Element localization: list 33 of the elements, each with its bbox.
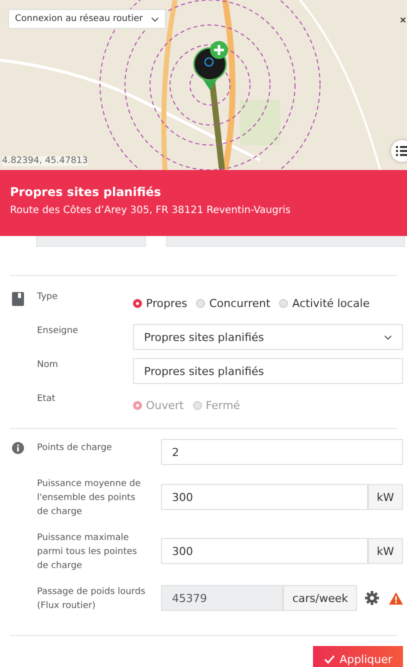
apply-button[interactable]: Appliquer xyxy=(313,646,403,667)
unit-label: kW xyxy=(368,538,403,564)
chevron-down-icon xyxy=(384,334,392,340)
etat-label: Etat xyxy=(37,394,56,404)
check-icon xyxy=(324,654,335,664)
enseigne-select[interactable]: Propres sites planifiés xyxy=(133,324,403,350)
type-radio[interactable]: Concurrent xyxy=(196,296,270,310)
postcode-field[interactable] xyxy=(36,236,146,247)
unit-label: cars/week xyxy=(283,585,357,611)
chevron-down-icon xyxy=(150,16,159,22)
enseigne-label: Enseigne xyxy=(37,326,80,336)
list-icon xyxy=(396,146,407,156)
nom-input[interactable]: Propres sites planifiés xyxy=(133,358,403,384)
info-icon xyxy=(12,441,24,455)
value-input[interactable]: 2 xyxy=(161,439,403,465)
field-label: Puissance maximale parmi tous les pointes de charge xyxy=(37,532,138,573)
type-label: Type xyxy=(37,292,59,302)
unit-label: kW xyxy=(368,484,403,510)
city-field[interactable] xyxy=(166,236,405,247)
field-label: Puissance moyenne de l'ensemble des points de charge xyxy=(37,478,142,519)
nom-label: Nom xyxy=(37,360,60,370)
coordinates-text: 4.82394, 45.47813 xyxy=(2,156,88,166)
layer-select[interactable]: Connexion au réseau routier xyxy=(8,9,166,29)
field-label: Points de charge xyxy=(37,442,113,455)
field-label: Passage de poids lourds (Flux routier) xyxy=(37,586,146,613)
type-radio[interactable]: Activité locale xyxy=(279,296,370,310)
site-address: Route des Côtes d’Arey 305, FR 38121 Reventin-Vaugris xyxy=(10,205,292,216)
close-icon[interactable] xyxy=(400,17,406,23)
value-input[interactable]: 300 xyxy=(161,538,368,564)
type-radio[interactable]: Propres xyxy=(133,296,188,310)
site-title: Propres sites planifiés xyxy=(10,185,162,199)
value-input[interactable]: 300 xyxy=(161,484,368,510)
bookmark-icon xyxy=(12,292,24,306)
